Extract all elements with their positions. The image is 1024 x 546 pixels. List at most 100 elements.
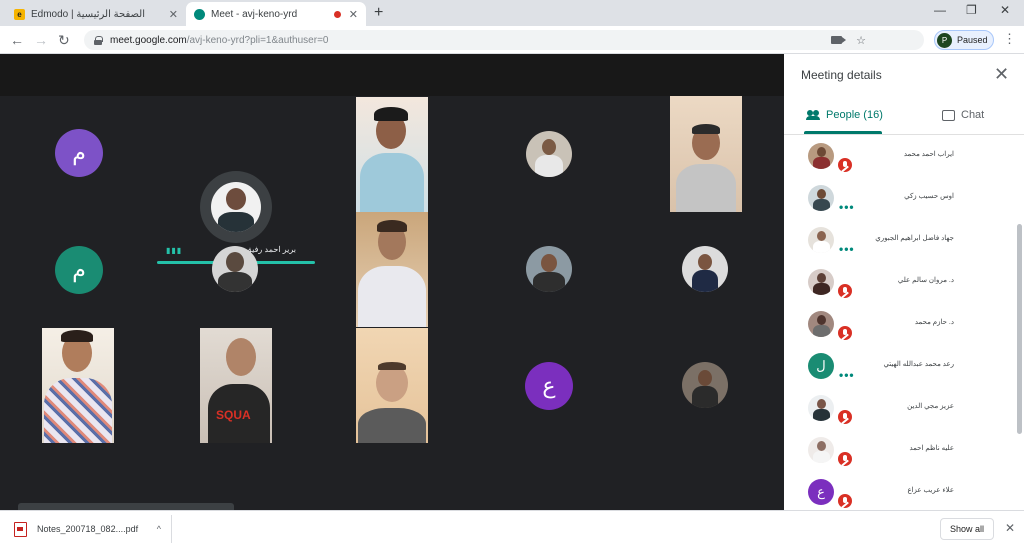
avatar: ل (808, 353, 834, 379)
menu-icon[interactable]: ⋮ (1003, 31, 1016, 47)
avatar: ع (808, 479, 834, 505)
participant-row[interactable]: د. حازم محمد (784, 304, 1016, 346)
meeting-stage: م ▮▮▮ برير احمد رفيق محمد م SQUA ع (0, 54, 784, 539)
participant-name: علاء عريب عزاع (907, 487, 954, 494)
participant-name: جهاد فاضل ابراهيم الجبوري (875, 235, 954, 242)
profile-button[interactable]: P Paused (934, 30, 994, 50)
video-tile[interactable] (42, 328, 114, 443)
video-tile[interactable] (670, 96, 742, 212)
participant-row[interactable]: ع علاء عريب عزاع (784, 472, 1016, 510)
new-tab-icon[interactable]: + (374, 4, 383, 22)
reload-icon[interactable]: ↻ (58, 32, 70, 49)
participant-photo (526, 131, 572, 177)
avatar (808, 395, 834, 421)
participant-row[interactable]: د. مروان سالم علي (784, 262, 1016, 304)
address-bar[interactable]: meet.google.com /avj-keno-yrd?pli=1&auth… (84, 30, 924, 50)
participant-row[interactable]: ايراب احمد محمد (784, 136, 1016, 178)
tab-meet[interactable]: Meet - avj-keno-yrd ✕ (186, 2, 366, 26)
participant-name: ايراب احمد محمد (903, 151, 954, 158)
mic-off-icon (836, 156, 854, 174)
divider (784, 134, 1024, 135)
avatar (808, 143, 834, 169)
participant-avatar[interactable]: ع (525, 362, 573, 410)
avatar (808, 185, 834, 211)
video-tile[interactable] (356, 97, 428, 212)
mic-off-icon (836, 324, 854, 342)
participant-photo (682, 246, 728, 292)
participant-row[interactable]: ••• اوس حسيب زكي (784, 178, 1016, 220)
participant-row[interactable]: ل ••• رعد محمد عبدالله الهيتي (784, 346, 1016, 388)
pdf-file-icon (14, 521, 27, 537)
download-bar: Notes_200718_082....pdf ^ Show all ✕ (0, 510, 1024, 546)
mic-off-icon (836, 492, 854, 510)
avatar (808, 311, 834, 337)
tab-edmodo[interactable]: e Edmodo | الصفحة الرئيسية ✕ (6, 2, 186, 26)
shirt-print: SQUA (216, 408, 251, 422)
participant-name: د. مروان سالم علي (897, 277, 954, 284)
mic-off-icon (836, 408, 854, 426)
video-tile[interactable] (356, 212, 428, 327)
chevron-up-icon[interactable]: ^ (157, 524, 161, 534)
participant-list: ايراب احمد محمد ••• اوس حسيب زكي ••• جها… (784, 136, 1024, 510)
close-icon[interactable]: ✕ (169, 8, 178, 21)
back-icon[interactable]: ← (10, 32, 24, 48)
profile-status: Paused (957, 35, 988, 45)
download-item[interactable]: Notes_200718_082....pdf ^ (8, 515, 172, 543)
avatar: P (937, 32, 952, 48)
tab-people[interactable]: People (16) (806, 104, 883, 126)
stage-header (0, 54, 784, 96)
participant-photo (682, 362, 728, 408)
video-tile[interactable] (356, 328, 428, 443)
tab-chat[interactable]: Chat (942, 104, 984, 126)
edmodo-icon: e (14, 8, 25, 20)
url-path: /avj-keno-yrd?pli=1&authuser=0 (186, 34, 329, 46)
people-icon (806, 110, 820, 120)
avatar (808, 437, 834, 463)
window-close-icon[interactable]: ✕ (1000, 3, 1010, 17)
participant-name: اوس حسيب زكي (904, 193, 954, 200)
participant-photo (526, 246, 572, 292)
avatar (808, 227, 834, 253)
chat-icon (942, 109, 955, 121)
panel-title: Meeting details (801, 68, 882, 82)
tab-title: Meet - avj-keno-yrd (211, 8, 298, 20)
lock-icon[interactable] (94, 35, 103, 45)
participant-avatar[interactable]: م (55, 246, 103, 294)
meeting-details-panel: Meeting details ✕ People (16) Chat ايراب… (784, 54, 1024, 510)
audio-activity-icon: ••• (839, 200, 855, 214)
participant-name: عليه ناظم احمد (909, 445, 954, 452)
close-icon[interactable]: ✕ (994, 64, 1009, 85)
video-tile[interactable]: SQUA (200, 328, 272, 443)
forward-icon[interactable]: → (34, 32, 48, 48)
download-filename: Notes_200718_082....pdf (37, 524, 139, 534)
participant-row[interactable]: عليه ناظم احمد (784, 430, 1016, 472)
tab-strip: e Edmodo | الصفحة الرئيسية ✕ Meet - avj-… (0, 0, 1024, 26)
participant-name: عزيز مجي الدين (907, 403, 954, 410)
audio-activity-icon: ••• (839, 242, 855, 256)
participant-name: د. حازم محمد (914, 319, 954, 326)
participant-row[interactable]: عزيز مجي الدين (784, 388, 1016, 430)
audio-level-icon: ▮▮▮ (166, 246, 183, 255)
bookmark-star-icon[interactable]: ☆ (856, 34, 866, 47)
tab-title: Edmodo | الصفحة الرئيسية (31, 8, 145, 20)
close-icon[interactable]: ✕ (1005, 521, 1015, 535)
participant-photo (211, 182, 261, 232)
show-all-button[interactable]: Show all (940, 518, 994, 540)
participant-name: رعد محمد عبدالله الهيتي (883, 361, 954, 368)
tab-chat-label: Chat (961, 109, 985, 121)
camera-icon[interactable] (831, 36, 847, 44)
browser-toolbar: ← → ↻ meet.google.com /avj-keno-yrd?pli=… (0, 26, 1024, 54)
mic-off-icon (836, 282, 854, 300)
recording-icon (333, 10, 341, 18)
minimize-icon[interactable]: — (934, 3, 946, 17)
url-host: meet.google.com (110, 34, 187, 46)
close-icon[interactable]: ✕ (349, 8, 358, 21)
participant-row[interactable]: ••• جهاد فاضل ابراهيم الجبوري (784, 220, 1016, 262)
participant-list-scrollbar[interactable] (1017, 224, 1022, 434)
participant-avatar[interactable]: م (55, 129, 103, 177)
restore-icon[interactable]: ❐ (966, 3, 977, 17)
participant-photo (212, 246, 258, 292)
avatar (808, 269, 834, 295)
mic-off-icon (836, 450, 854, 468)
tab-people-label: People (16) (826, 109, 883, 121)
